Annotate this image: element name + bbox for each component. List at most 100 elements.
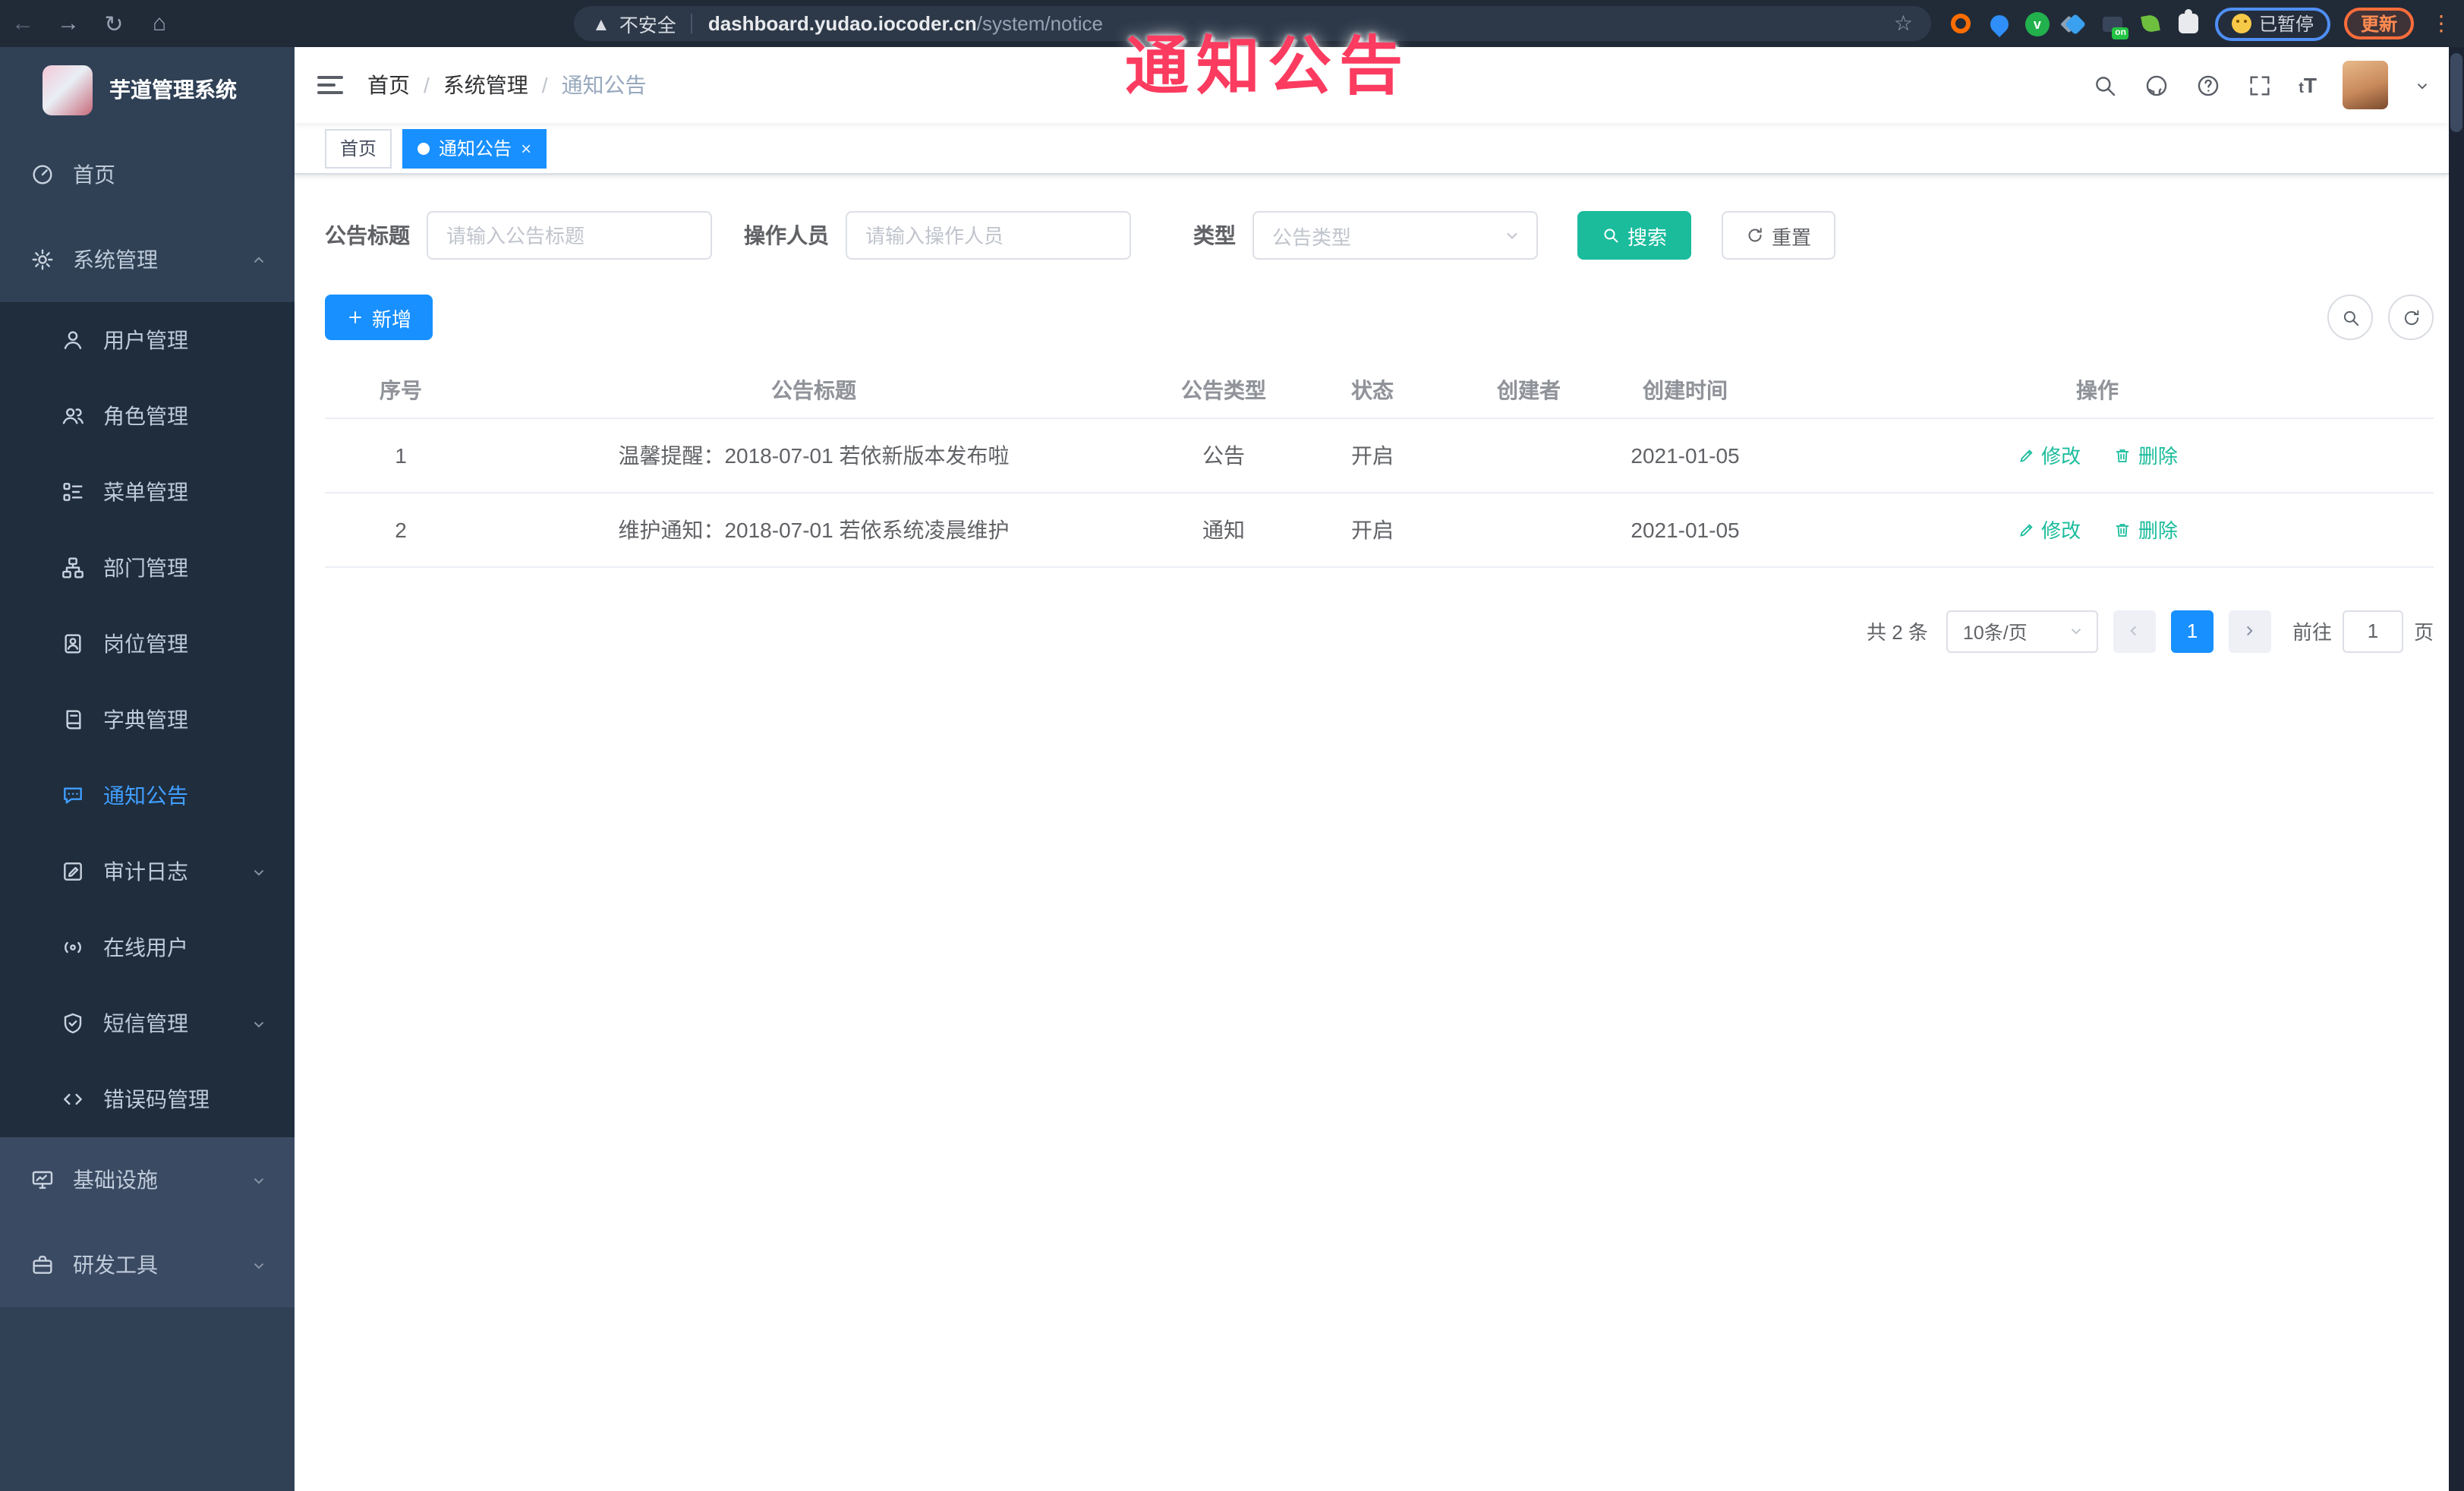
back-icon[interactable]: ← (0, 11, 46, 36)
sidebar-item-infra[interactable]: 基础设施 (0, 1137, 295, 1222)
notice-title-input[interactable] (427, 211, 712, 260)
scrollbar-thumb[interactable] (2450, 53, 2462, 132)
emoji-avatar-icon (2231, 14, 2251, 33)
sidebar-item-error-codes[interactable]: 错误码管理 (0, 1061, 295, 1137)
browser-scrollbar[interactable] (2449, 47, 2464, 1491)
monitor-icon (30, 1168, 55, 1192)
tag-home[interactable]: 首页 (325, 128, 392, 168)
cell-creator (1448, 418, 1609, 493)
reset-button[interactable]: 重置 (1722, 211, 1836, 260)
col-type: 公告类型 (1151, 363, 1297, 418)
github-icon[interactable] (2144, 72, 2169, 98)
sidebar-item-online-users[interactable]: 在线用户 (0, 909, 295, 985)
page-size-select[interactable]: 10条/页 (1946, 610, 2098, 652)
page-content: 公告标题 操作人员 类型 公告类型 (295, 175, 2449, 1491)
hamburger-icon[interactable] (295, 47, 367, 123)
table-toolbar: 新增 (325, 295, 2434, 340)
profile-paused-pill[interactable]: 已暂停 (2214, 7, 2330, 40)
extension-gem-icon[interactable] (2063, 11, 2087, 36)
reload-icon[interactable]: ↻ (91, 10, 137, 37)
delete-link[interactable]: 删除 (2114, 440, 2178, 469)
operator-label: 操作人员 (744, 223, 829, 247)
notice-table: 序号 公告标题 公告类型 状态 创建者 创建时间 操作 1 温馨提醒：2018- (325, 363, 2434, 567)
code-icon (61, 1087, 85, 1111)
tag-close-icon[interactable]: × (521, 139, 531, 157)
home-icon[interactable]: ⌂ (137, 11, 182, 36)
extensions-puzzle-icon[interactable] (2177, 9, 2201, 36)
browser-update-button[interactable]: 更新 (2343, 8, 2414, 39)
sidebar-item-audit-log[interactable]: 审计日志 (0, 834, 295, 909)
sidebar-item-users[interactable]: 用户管理 (0, 302, 295, 378)
sidebar-item-sms[interactable]: 短信管理 (0, 985, 295, 1061)
page-suffix: 页 (2413, 621, 2434, 644)
add-button[interactable]: 新增 (325, 295, 433, 340)
cell-creator (1448, 492, 1609, 567)
sidebar-item-menus[interactable]: 菜单管理 (0, 454, 295, 530)
chevron-down-icon (250, 863, 267, 880)
toggle-search-button[interactable] (2327, 295, 2373, 340)
extension-orange-ring-icon[interactable] (1949, 11, 1974, 36)
table-row: 2 维护通知：2018-07-01 若依系统凌晨维护 通知 开启 2021-01… (325, 492, 2434, 567)
pencil-icon (2017, 520, 2035, 538)
sidebar: 芋道管理系统 首页 系统管理 用户管理 角色管理 菜单管理 部门管理 岗位管理 … (0, 47, 295, 1491)
type-label: 类型 (1193, 223, 1236, 247)
sidebar-item-dict[interactable]: 字典管理 (0, 682, 295, 758)
online-icon (61, 935, 85, 960)
sidebar-item-depts[interactable]: 部门管理 (0, 530, 295, 606)
table-header-row: 序号 公告标题 公告类型 状态 创建者 创建时间 操作 (325, 363, 2434, 418)
sidebar-item-home[interactable]: 首页 (0, 132, 295, 217)
search-icon (1602, 226, 1620, 244)
chevron-down-icon (250, 1256, 267, 1273)
extension-on-badge: on (2112, 27, 2129, 39)
pagination: 共 2 条 10条/页 1 前往 页 (325, 610, 2434, 652)
url-path: /system/notice (976, 12, 1103, 35)
extension-database-icon[interactable]: on (2101, 11, 2129, 39)
app-logo[interactable]: 芋道管理系统 (0, 47, 295, 132)
edit-link[interactable]: 修改 (2017, 440, 2081, 469)
col-actions: 操作 (1761, 363, 2434, 418)
extension-green-circle-icon[interactable]: v (2024, 11, 2050, 36)
cell-created: 2021-01-05 (1609, 418, 1761, 493)
chevron-down-icon (1503, 226, 1521, 244)
cell-index: 2 (325, 492, 477, 567)
book-icon (61, 708, 85, 732)
delete-link[interactable]: 删除 (2114, 515, 2178, 544)
prev-page-button[interactable] (2113, 610, 2156, 652)
bookmark-star-icon[interactable]: ☆ (1894, 11, 1913, 36)
annotation-overlay-title: 通知公告 (1125, 30, 1411, 102)
goto-page-input[interactable] (2342, 610, 2403, 652)
refresh-table-button[interactable] (2388, 295, 2434, 340)
notice-type-select[interactable]: 公告类型 (1252, 211, 1538, 260)
gear-icon (30, 247, 55, 272)
next-page-button[interactable] (2228, 610, 2271, 652)
chevron-down-icon (250, 1015, 267, 1032)
font-size-icon[interactable]: tT (2299, 73, 2317, 97)
fullscreen-icon[interactable] (2247, 72, 2273, 98)
breadcrumb-home[interactable]: 首页 (367, 70, 430, 100)
search-button[interactable]: 搜索 (1577, 211, 1692, 260)
extension-blue-pin-icon[interactable] (1986, 11, 2012, 36)
col-status: 状态 (1297, 363, 1448, 418)
sidebar-item-devtools[interactable]: 研发工具 (0, 1222, 295, 1307)
browser-menu-kebab-icon[interactable]: ⋮ (2428, 11, 2455, 36)
avatar-caret-down-icon[interactable] (2414, 77, 2431, 93)
sidebar-item-notice[interactable]: 通知公告 (0, 758, 295, 834)
sidebar-item-posts[interactable]: 岗位管理 (0, 606, 295, 682)
avatar[interactable] (2343, 61, 2388, 109)
plus-icon (346, 308, 364, 326)
refresh-icon (1746, 226, 1764, 244)
sidebar-item-system[interactable]: 系统管理 (0, 217, 295, 302)
tag-notice[interactable]: 通知公告 × (402, 128, 547, 168)
docs-help-icon[interactable] (2195, 72, 2221, 98)
extension-leaf-icon[interactable] (2139, 11, 2163, 36)
search-form: 公告标题 操作人员 类型 公告类型 (325, 211, 2434, 260)
edit-link[interactable]: 修改 (2017, 515, 2081, 544)
page-number-active[interactable]: 1 (2170, 610, 2214, 652)
breadcrumb-system[interactable]: 系统管理 (443, 70, 548, 100)
col-title: 公告标题 (477, 363, 1151, 418)
forward-icon[interactable]: → (46, 11, 91, 36)
operator-input[interactable] (846, 211, 1131, 260)
warning-icon: ▲ (592, 13, 610, 34)
header-search-icon[interactable] (2092, 72, 2118, 98)
sidebar-item-roles[interactable]: 角色管理 (0, 378, 295, 454)
